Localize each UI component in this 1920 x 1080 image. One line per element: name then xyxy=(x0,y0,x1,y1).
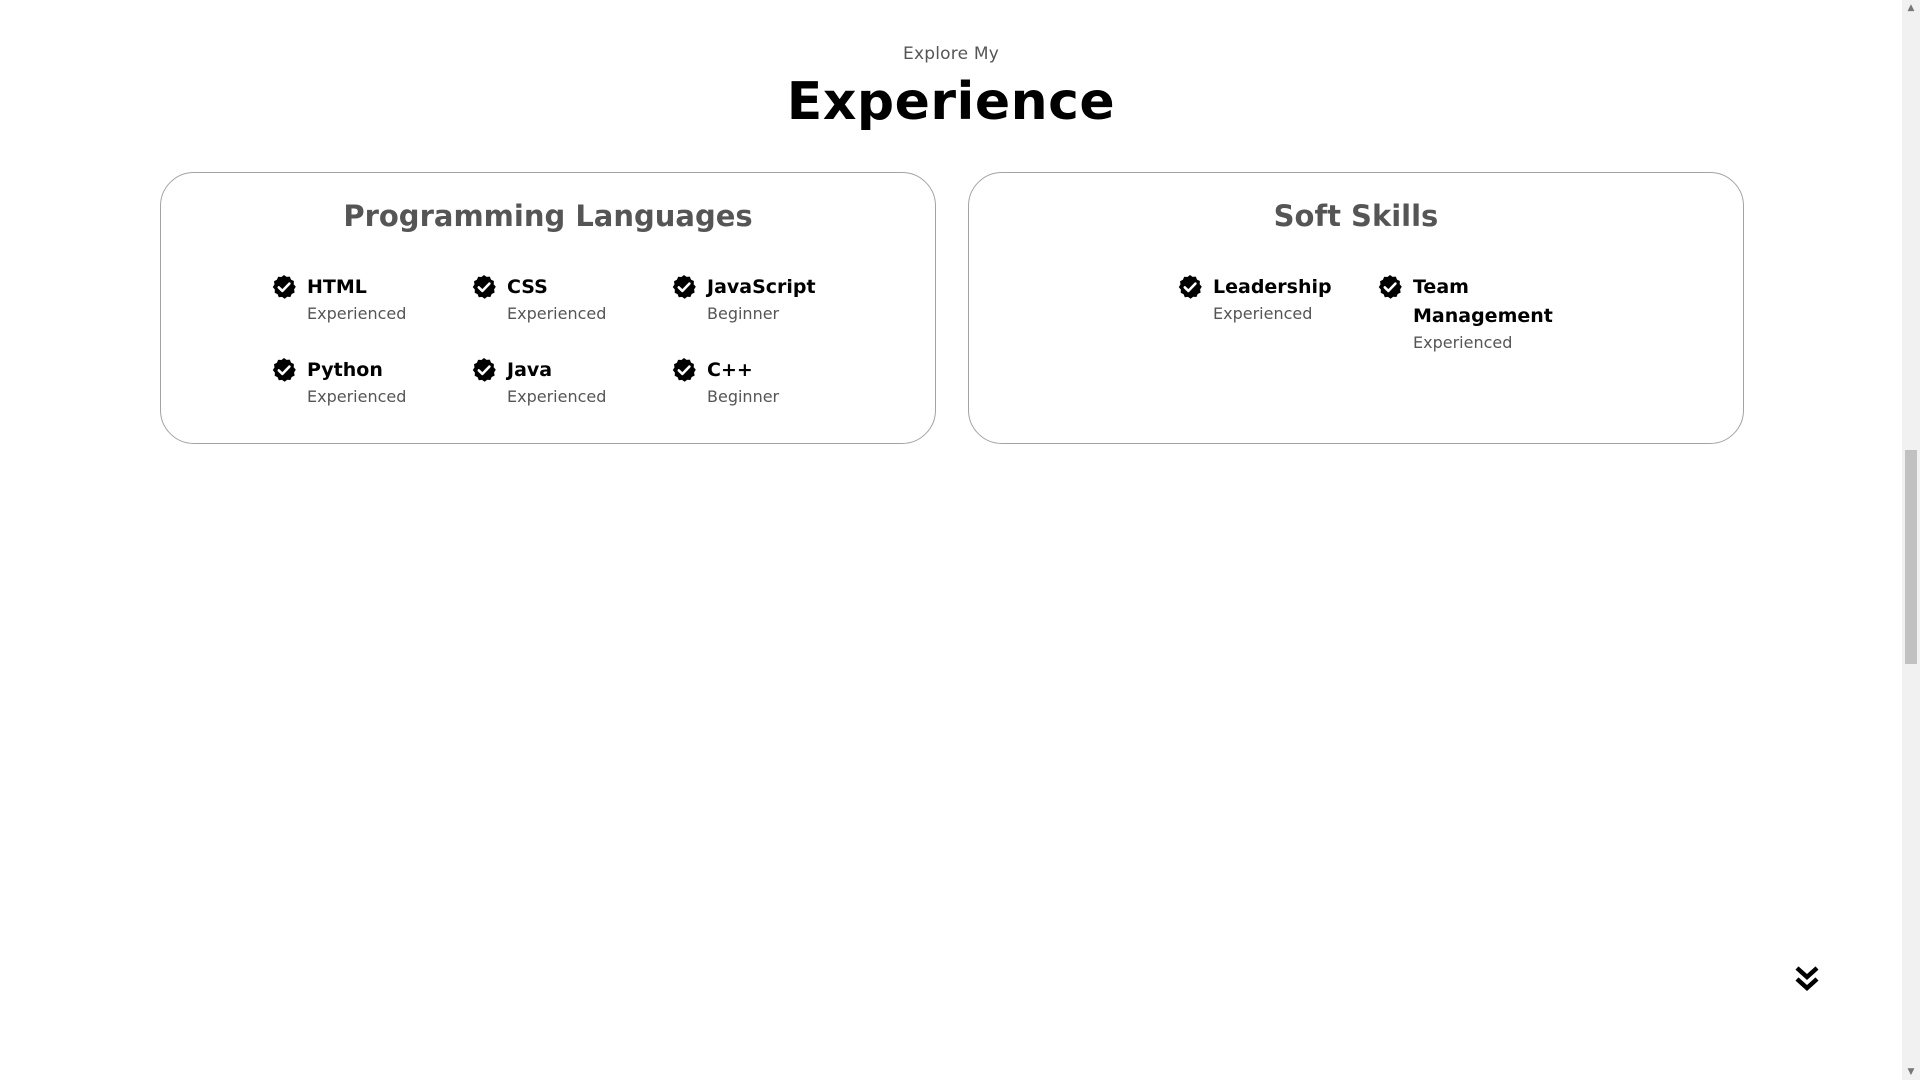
skill-level: Experienced xyxy=(307,387,407,406)
checkmark-badge-icon xyxy=(271,357,297,383)
programming-languages-card: Programming Languages HTML Experienced C… xyxy=(160,172,936,444)
card-title: Soft Skills xyxy=(1273,199,1439,233)
skill-item: Leadership Experienced xyxy=(1177,273,1377,355)
scroll-down-button[interactable] xyxy=(1794,964,1820,994)
skill-item: Python Experienced xyxy=(271,356,471,409)
skill-level: Experienced xyxy=(307,304,407,323)
skill-level: Experienced xyxy=(1213,304,1313,323)
skill-level: Beginner xyxy=(707,304,780,323)
skill-name: CSS xyxy=(507,276,548,298)
checkmark-badge-icon xyxy=(471,274,497,300)
skill-level: Experienced xyxy=(507,304,607,323)
checkmark-badge-icon xyxy=(1177,274,1203,300)
checkmark-badge-icon xyxy=(1377,274,1403,300)
skill-item: C++ Beginner xyxy=(671,356,871,409)
checkmark-badge-icon xyxy=(671,357,697,383)
checkmark-badge-icon xyxy=(471,357,497,383)
checkmark-badge-icon xyxy=(271,274,297,300)
double-chevron-down-icon xyxy=(1795,966,1819,992)
skill-name: C++ xyxy=(707,359,753,381)
section-subtitle: Explore My xyxy=(903,44,999,64)
skill-name: Python xyxy=(307,359,383,381)
skill-name: HTML xyxy=(307,276,367,298)
skills-grid: Leadership Experienced Team Management E… xyxy=(1177,273,1577,355)
soft-skills-card: Soft Skills Leadership Experienced Team … xyxy=(968,172,1744,444)
skills-grid: HTML Experienced CSS Experienced JavaScr… xyxy=(271,273,871,409)
skill-name: JavaScript xyxy=(707,276,816,298)
checkmark-badge-icon xyxy=(671,274,697,300)
section-header: Explore My Experience xyxy=(0,44,1902,132)
skill-level: Beginner xyxy=(707,387,780,406)
vertical-scrollbar[interactable]: ▲ ▼ xyxy=(1902,0,1920,1080)
skill-level: Experienced xyxy=(507,387,607,406)
section-title: Experience xyxy=(786,72,1116,132)
skill-item: JavaScript Beginner xyxy=(671,273,871,326)
scroll-up-arrow[interactable]: ▲ xyxy=(1902,0,1920,16)
skill-item: Team Management Experienced xyxy=(1377,273,1577,355)
skill-item: CSS Experienced xyxy=(471,273,671,326)
experience-page: Explore My Experience Programming Langua… xyxy=(0,0,1920,1080)
skill-name: Leadership xyxy=(1213,276,1332,298)
skill-item: HTML Experienced xyxy=(271,273,471,326)
skill-level: Experienced xyxy=(1413,333,1513,352)
skill-item: Java Experienced xyxy=(471,356,671,409)
skill-name: Java xyxy=(507,359,553,381)
scrollbar-thumb[interactable] xyxy=(1905,450,1917,664)
skill-name: Team Management xyxy=(1413,276,1553,327)
card-title: Programming Languages xyxy=(343,199,753,233)
scroll-down-arrow[interactable]: ▼ xyxy=(1902,1064,1920,1080)
